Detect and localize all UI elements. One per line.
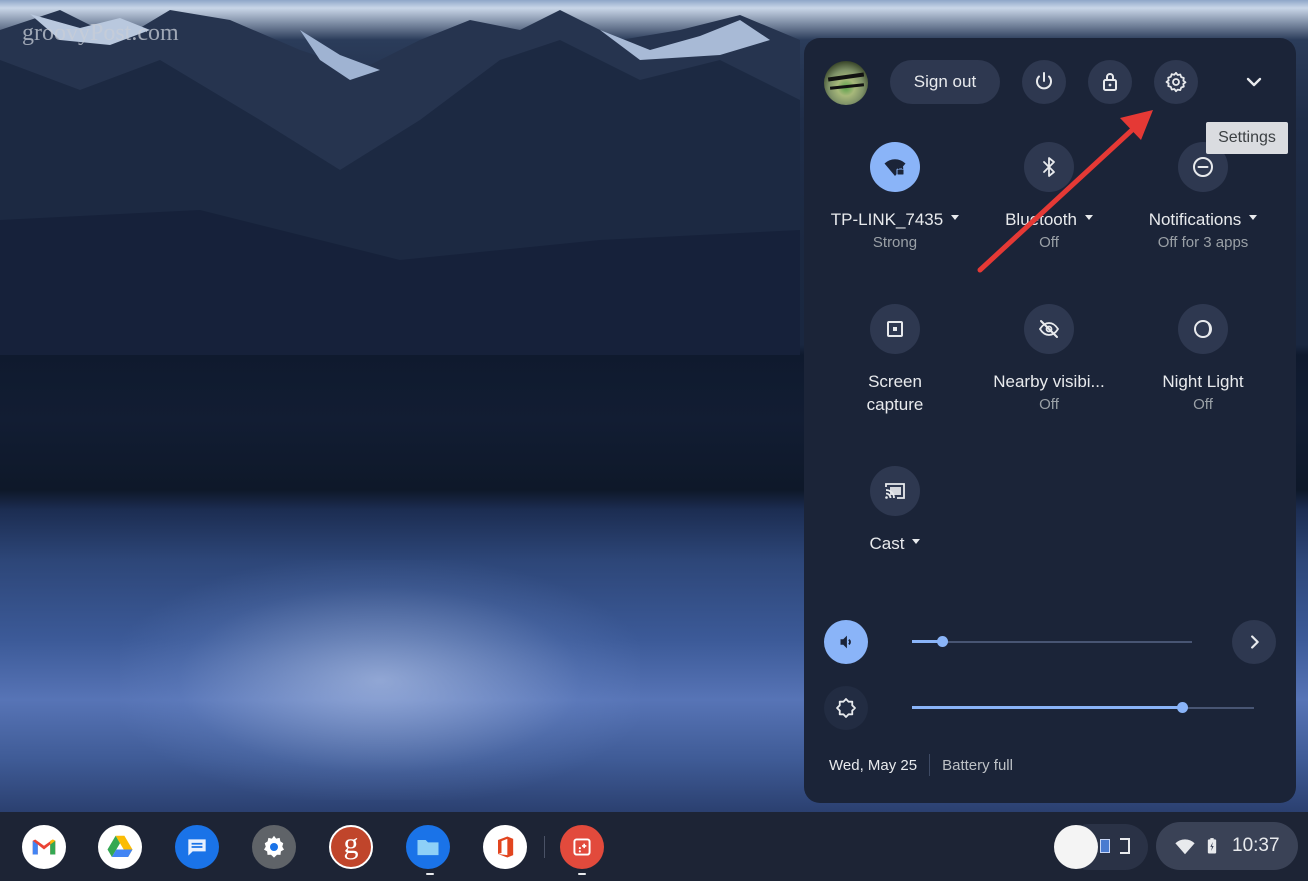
audio-settings-button[interactable] [1232,620,1276,664]
nearby-visibility-label: Nearby visibi... [993,372,1105,391]
drive-icon [107,835,133,857]
screen-capture-label-line1: Screen [868,372,922,391]
settings-tooltip: Settings [1206,122,1288,154]
caret-down-icon[interactable] [912,539,921,545]
tile-notifications[interactable]: Notifications Off for 3 apps [1128,142,1278,253]
lock-button[interactable] [1088,60,1132,104]
clipboard-icon [1100,839,1110,853]
groovypost-icon: g [343,827,359,860]
running-indicator [426,873,434,875]
do-not-disturb-icon [1193,157,1213,177]
divider [929,754,931,776]
brightness-slider-thumb[interactable] [1176,702,1188,713]
avatar[interactable] [824,61,868,105]
power-icon [1036,72,1052,90]
brightness-icon [836,698,856,718]
visibility-off-icon [1038,320,1060,338]
files-icon [417,840,439,856]
power-button[interactable] [1022,60,1066,104]
shelf-divider [544,836,545,858]
wifi-toggle[interactable] [870,142,920,192]
volume-slider-thumb[interactable] [937,636,949,647]
bluetooth-label: Bluetooth [1005,210,1077,229]
night-light-icon [1194,320,1212,338]
bluetooth-icon [1043,157,1055,177]
watermark: groovyPost.com [22,20,179,46]
volume-icon [840,635,851,649]
screen-capture-label: Screen capture [820,370,970,416]
battery-label: Battery full [942,756,1013,774]
lock-icon [1103,73,1117,91]
wifi-lock-icon [884,159,906,176]
gear-icon [1165,71,1187,93]
shelf-app-drive[interactable] [98,825,142,869]
chevron-down-icon [1246,77,1262,87]
collapse-button[interactable] [1232,60,1276,104]
screen-capture-toggle[interactable] [870,304,920,354]
wifi-status: Strong [872,234,918,251]
night-light-toggle[interactable] [1178,304,1228,354]
quick-settings-header: Sign out [804,38,1296,128]
night-light-status: Off [1193,396,1213,413]
date-label[interactable]: Wed, May 25 [829,757,917,774]
cast-icon [885,483,905,499]
cast-label: Cast [869,534,905,553]
messages-icon [188,839,206,856]
caret-down-icon[interactable] [951,215,960,221]
chevron-right-icon [1251,635,1259,649]
brightness-row [804,686,1296,730]
cast-toggle[interactable] [870,466,920,516]
notifications-label: Notifications [1148,210,1242,229]
shelf-app-messages[interactable] [175,825,219,869]
brightness-slider-fill [912,706,1183,709]
stylus-icon [1120,838,1130,854]
tile-night-light[interactable]: Night Light Off [1128,304,1278,415]
tile-bluetooth[interactable]: Bluetooth Off [974,142,1124,253]
wifi-label: TP-LINK_7435 [830,210,944,229]
shelf: g 10:37 [0,812,1308,881]
tile-screen-capture[interactable]: Screen capture [820,304,970,416]
shelf-app-files[interactable] [406,825,450,869]
volume-row [804,620,1296,664]
running-indicator [578,873,586,875]
gmail-icon [32,839,56,855]
nearby-visibility-toggle[interactable] [1024,304,1074,354]
volume-slider-track[interactable] [912,641,1192,643]
settings-app-icon [264,835,284,858]
caret-down-icon[interactable] [1084,215,1093,221]
brightness-button [824,686,868,730]
screen-capture-label-line2: capture [866,395,924,414]
shelf-app-gmail[interactable] [22,825,66,869]
office-icon [498,836,514,858]
caret-down-icon[interactable] [1249,215,1258,221]
notifications-status: Off for 3 apps [1157,234,1249,251]
shelf-app-office[interactable] [483,825,527,869]
screenshot-thumbnail[interactable] [1054,825,1098,869]
nearby-visibility-status: Off [1039,396,1059,413]
tile-wifi[interactable]: TP-LINK_7435 Strong [820,142,970,253]
tile-cast[interactable]: Cast [820,466,970,555]
bluetooth-status: Off [1039,234,1059,251]
shelf-app-settings[interactable] [252,825,296,869]
wifi-icon [1175,839,1195,855]
sign-out-button[interactable]: Sign out [890,60,1000,104]
shelf-app-groovypost[interactable]: g [329,825,373,869]
battery-charging-icon [1207,838,1217,854]
water-reflection [120,560,640,800]
tile-nearby-visibility[interactable]: Nearby visibi... Off [974,304,1124,415]
volume-mute-button[interactable] [824,620,868,664]
status-area[interactable]: 10:37 [1156,822,1298,870]
bluetooth-toggle[interactable] [1024,142,1074,192]
red-app-icon [573,838,591,856]
settings-button[interactable] [1154,60,1198,104]
screen-capture-icon [887,321,903,337]
night-light-label: Night Light [1162,372,1244,391]
clock: 10:37 [1232,835,1280,856]
shelf-app-red[interactable] [560,825,604,869]
status-footer: Wed, May 25 Battery full [829,754,1013,776]
